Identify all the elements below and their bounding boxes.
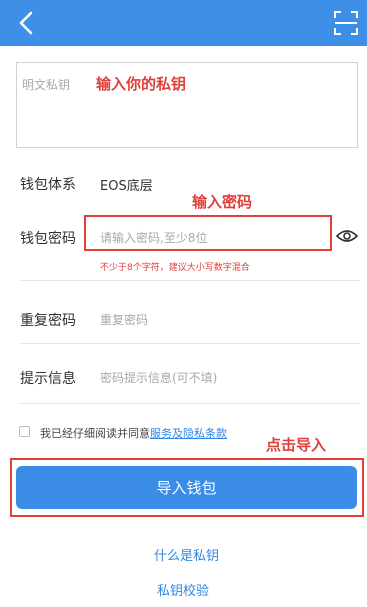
scan-icon — [334, 11, 358, 35]
top-bar — [0, 0, 367, 46]
wallet-system-label: 钱包体系 — [20, 177, 76, 193]
private-key-textarea[interactable] — [16, 62, 358, 148]
agreement-prefix: 我已经仔细阅读并同意 — [40, 427, 150, 440]
wallet-password-placeholder: 请输入密码,至少8位 — [100, 231, 208, 245]
scan-button[interactable] — [333, 9, 359, 37]
divider — [20, 280, 360, 281]
what-is-private-key-link[interactable]: 什么是私钥 — [154, 545, 219, 564]
password-annotation: 输入密码 — [192, 193, 253, 211]
agreement-text: 我已经仔细阅读并同意服务及隐私条款 — [40, 425, 227, 441]
wallet-system-value: EOS底层 — [100, 179, 153, 194]
toggle-password-visibility[interactable] — [335, 228, 359, 244]
private-key-annotation: 输入你的私钥 — [96, 75, 187, 93]
password-hint-text: 不少于8个字符，建议大小写数字混合 — [100, 263, 250, 273]
terms-link[interactable]: 服务及隐私条款 — [150, 427, 227, 440]
agreement-checkbox[interactable] — [19, 426, 30, 437]
import-annotation: 点击导入 — [266, 436, 327, 454]
back-button[interactable] — [12, 8, 42, 38]
chevron-left-icon — [19, 11, 33, 35]
import-wallet-button[interactable]: 导入钱包 — [16, 466, 357, 509]
repeat-password-placeholder: 重复密码 — [100, 313, 149, 327]
private-key-verify-link[interactable]: 私钥校验 — [157, 580, 209, 599]
divider — [20, 343, 360, 344]
hint-info-placeholder: 密码提示信息(可不填) — [100, 371, 218, 385]
eye-icon — [335, 230, 359, 242]
hint-info-label: 提示信息 — [20, 371, 76, 387]
repeat-password-label: 重复密码 — [20, 313, 76, 329]
wallet-password-label: 钱包密码 — [20, 231, 76, 247]
private-key-placeholder: 明文私钥 — [22, 78, 71, 92]
divider — [20, 403, 360, 404]
